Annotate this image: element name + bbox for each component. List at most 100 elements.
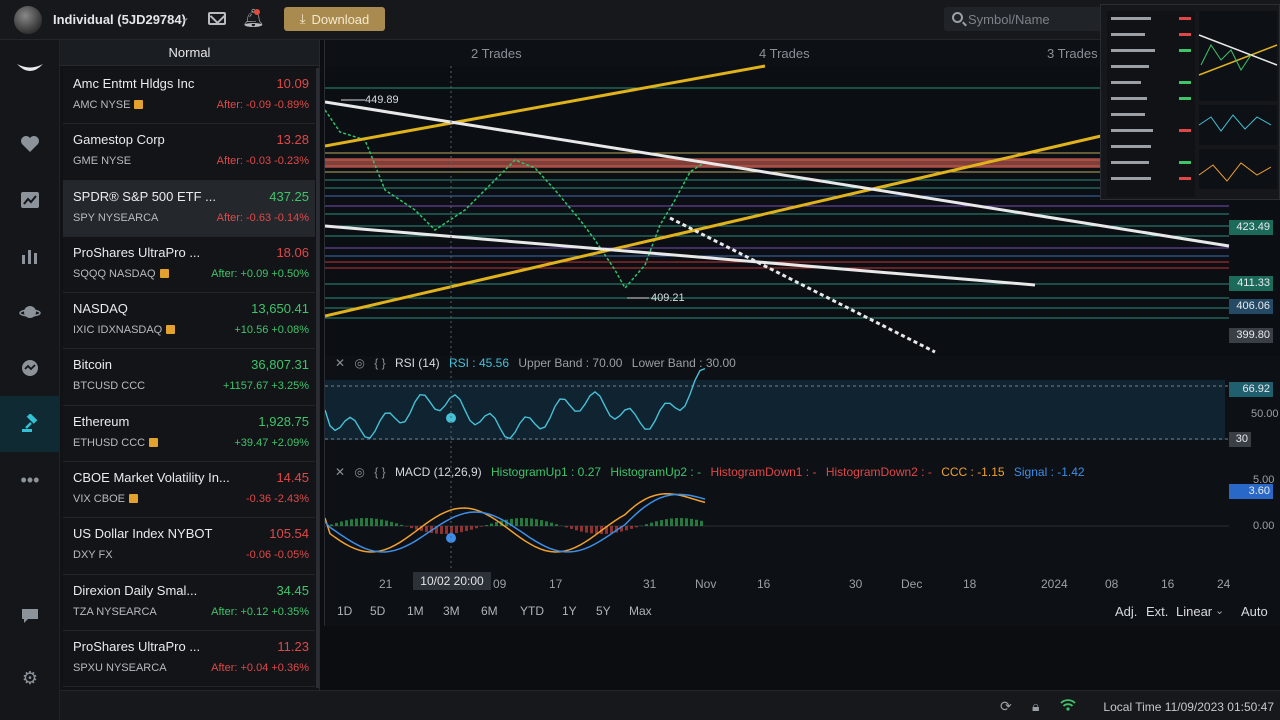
message-icon[interactable] (0, 588, 60, 644)
portfolio-chart-icon[interactable] (0, 172, 60, 228)
macd-hist-up2: HistogramUp2 : - (610, 465, 702, 479)
symbol-ticker: ETHUSD CCC (73, 436, 146, 449)
symbol-search[interactable] (944, 7, 1104, 31)
macd-histogram-bar (480, 526, 483, 527)
symbol-ticker: SQQQ NASDAQ (73, 267, 156, 280)
symbol-price: 18.06 (276, 244, 309, 260)
symbol-ticker: TZA NYSEARCA (73, 605, 157, 618)
extended-hours-badge-icon (128, 494, 138, 504)
settings-braces-icon[interactable]: { } (374, 356, 385, 370)
refresh-icon[interactable]: ⟳ (1000, 698, 1012, 715)
macd-histogram-bar (550, 522, 553, 526)
watchlist-row[interactable]: Bitcoin 36,807.31 BTCUSD CCC +1157.67 +3.25… (63, 349, 315, 406)
heart-icon[interactable] (0, 116, 60, 172)
watchlist-scrollbar[interactable] (316, 68, 319, 688)
chevron-down-icon[interactable]: ⌄ (1215, 604, 1224, 617)
macd-histogram-bar (655, 521, 658, 526)
close-icon[interactable]: ✕ (335, 465, 345, 479)
adjusted-toggle[interactable]: Adj. (1115, 604, 1137, 619)
range-button[interactable]: 5D (370, 604, 385, 618)
download-button[interactable]: ⤓ Download (284, 7, 385, 31)
macd-histogram-bar (545, 521, 548, 526)
watchlist-row[interactable]: CBOE Market Volatility In... 14.45 VIX CBO… (63, 462, 315, 519)
x-axis-label: 08 (1105, 577, 1119, 591)
chat-icon[interactable] (0, 340, 60, 396)
range-button[interactable]: Max (629, 604, 652, 618)
watchlist-row[interactable]: Gamestop Corp 13.28 GME NYSE After: -0.03 -… (63, 124, 315, 181)
search-input[interactable] (968, 10, 1098, 28)
macd-histogram-bar (565, 526, 568, 528)
macd-histogram-bar (360, 518, 363, 526)
top-bar: Individual (5JD29784) ⌄ 🔔︎ ⤓ Download (0, 0, 1280, 40)
symbol-price: 36,807.31 (251, 357, 309, 373)
watchlist-row[interactable]: Ethereum 1,928.75 ETHUSD CCC +39.47 +2.09% (63, 405, 315, 463)
watchlist-row[interactable]: SPDR® S&P 500 ETF ... 437.25 SPY NYSEARCA A… (63, 180, 315, 237)
mail-icon[interactable] (208, 12, 226, 25)
symbol-ticker: GME NYSE (73, 155, 132, 168)
symbol-ticker: VIX CBOE (73, 493, 125, 506)
watchlist-row[interactable]: Direxion Daily Smal... 34.45 TZA NYSEARCA A… (63, 574, 315, 631)
planet-icon[interactable] (0, 284, 60, 340)
symbol-change: +10.56 +0.08% (234, 324, 309, 337)
symbol-change: -0.36 -2.43% (246, 493, 309, 506)
visibility-icon[interactable]: ◎ (354, 465, 364, 479)
range-button[interactable]: YTD (520, 604, 544, 618)
macd-hist-down1: HistogramDown1 : - (710, 465, 817, 479)
watchlist-row[interactable]: ProShares UltraPro ... 11.23 SPXU NYSEARCA… (63, 630, 315, 688)
account-selector[interactable]: Individual (5JD29784) (53, 12, 186, 27)
macd-axis-zero: 0.00 (1253, 520, 1275, 532)
logo-icon[interactable] (0, 40, 60, 96)
low-annotation: 409.21 (651, 292, 685, 304)
macd-histogram-bar (490, 523, 493, 526)
watchlist-row[interactable]: US Dollar Index NYBOT 105.54 DXY FX -0.06 -… (63, 518, 315, 575)
trade-gavel-icon[interactable] (0, 396, 60, 452)
auto-scale-button[interactable]: Auto (1241, 604, 1268, 619)
wifi-icon (1060, 698, 1076, 714)
symbol-exchange: SPY NYSEARCA (73, 212, 158, 224)
symbol-ticker: IXIC IDXNASDAQ (73, 324, 163, 337)
macd-histogram-bar (630, 526, 633, 529)
rsi-header: ✕ ◎ { } RSI (14) RSI : 45.56 Upper Band … (335, 356, 742, 370)
extended-hours-toggle[interactable]: Ext. (1146, 604, 1168, 619)
symbol-change: After: -0.09 -0.89% (216, 99, 309, 111)
avatar[interactable] (14, 6, 42, 34)
symbol-price: 14.45 (276, 470, 309, 486)
macd-signal: Signal : -1.42 (1013, 465, 1085, 479)
range-button[interactable]: 1M (407, 604, 424, 618)
settings-gear-icon[interactable]: ⚙ (0, 650, 60, 706)
chevron-down-icon[interactable]: ⌄ (180, 10, 190, 24)
lock-icon[interactable]: 🔒︎ (1032, 698, 1039, 715)
macd-histogram-bar (530, 518, 533, 526)
scale-dropdown[interactable]: Linear (1176, 604, 1212, 619)
symbol-change: +1157.67 +3.25% (222, 380, 309, 393)
symbol-change: After: +0.09 +0.50% (211, 267, 309, 280)
symbol-name: Bitcoin (73, 357, 113, 373)
range-button[interactable]: 5Y (596, 604, 611, 618)
symbol-name: US Dollar Index NYBOT (73, 526, 213, 542)
range-button[interactable]: 6M (481, 604, 498, 618)
watchlist-row[interactable]: Amc Entmt Hldgs Inc 10.09 AMC NYSE After: -… (63, 68, 315, 125)
range-button[interactable]: 1D (337, 604, 352, 618)
notification-dot (254, 9, 260, 15)
macd-histogram-bar (400, 524, 403, 526)
symbol-price: 13.28 (276, 132, 309, 148)
x-axis-label: 16 (1161, 577, 1175, 591)
macd-histogram-bar (685, 518, 688, 526)
settings-braces-icon[interactable]: { } (374, 465, 385, 479)
symbol-price: 437.25 (269, 188, 309, 204)
range-button[interactable]: 3M (443, 604, 460, 618)
range-button[interactable]: 1Y (562, 604, 577, 618)
watchlist-row[interactable]: NASDAQ 13,650.41 IXIC IDXNASDAQ +10.56 +0.0… (63, 293, 315, 350)
visibility-icon[interactable]: ◎ (354, 356, 364, 370)
macd-histogram-bar (585, 526, 588, 533)
symbol-name: Direxion Daily Smal... (73, 582, 198, 598)
bar-chart-icon[interactable] (0, 228, 60, 284)
macd-histogram-bar (625, 526, 628, 531)
watchlist-tab-normal[interactable]: Normal (60, 40, 319, 66)
symbol-ticker: AMC NYSE (73, 99, 131, 111)
more-icon[interactable]: ••• (0, 452, 60, 508)
watchlist-row[interactable]: ProShares UltraPro ... 18.06 SQQQ NASDAQ Af… (63, 236, 315, 294)
x-axis-label: 18 (963, 577, 977, 591)
close-icon[interactable]: ✕ (335, 356, 345, 370)
mini-preview-window[interactable] (1100, 4, 1280, 200)
